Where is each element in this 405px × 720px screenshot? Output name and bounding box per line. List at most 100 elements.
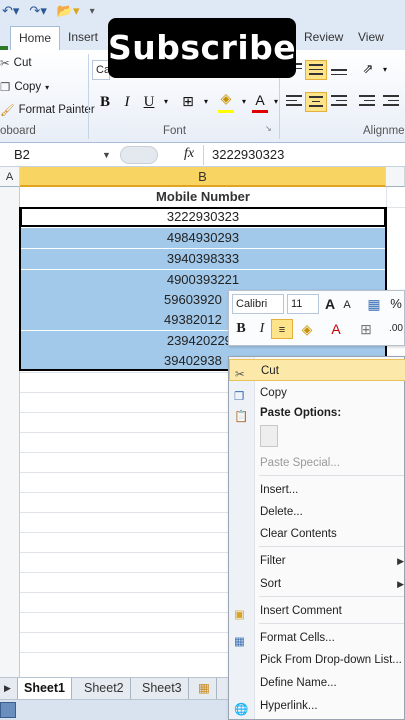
menu-item-delete[interactable]: Delete... bbox=[229, 501, 405, 523]
tab-review[interactable]: Review bbox=[296, 26, 351, 50]
increase-indent-icon[interactable] bbox=[380, 92, 402, 112]
menu-separator bbox=[259, 623, 404, 624]
column-header-c[interactable] bbox=[386, 167, 405, 187]
column-header-b[interactable]: B bbox=[20, 167, 386, 187]
gridline bbox=[20, 452, 228, 453]
row-headers[interactable] bbox=[0, 187, 20, 677]
cell-b1-header[interactable]: Mobile Number bbox=[20, 187, 386, 207]
orientation-dropdown-icon[interactable]: ▾ bbox=[375, 60, 395, 80]
paste-option-icon[interactable] bbox=[260, 425, 278, 447]
customize-toolbar-icon[interactable]: ▾ bbox=[88, 6, 97, 17]
undo-icon[interactable]: ↶▾ bbox=[0, 3, 21, 19]
grow-font-button[interactable]: A bbox=[323, 294, 337, 314]
format-painter-button[interactable]: 🖌 Format Painter bbox=[0, 103, 95, 117]
table-cell[interactable]: 3940398333 bbox=[20, 249, 386, 269]
menu-item-insert[interactable]: Insert... bbox=[229, 479, 405, 501]
align-middle-icon[interactable] bbox=[305, 60, 327, 80]
fill-color-icon[interactable]: ◈ bbox=[216, 90, 236, 110]
mini-bold-button[interactable]: B bbox=[231, 319, 251, 339]
sheet-tab-3[interactable]: Sheet3 bbox=[136, 678, 189, 699]
formula-bar: B2 ▼ fx 3222930323 bbox=[0, 143, 405, 167]
borders-dropdown-icon[interactable]: ▾ bbox=[196, 92, 216, 112]
menu-item-filter[interactable]: Filter ▶ bbox=[229, 550, 405, 572]
gridline bbox=[20, 572, 228, 573]
gridline bbox=[20, 472, 228, 473]
submenu-arrow-icon: ▶ bbox=[397, 556, 404, 566]
menu-label: Paste Options: bbox=[260, 407, 342, 419]
menu-label: Cut bbox=[261, 365, 279, 377]
menu-item-pick-dropdown[interactable]: Pick From Drop-down List... bbox=[229, 649, 405, 671]
tab-insert[interactable]: Insert bbox=[60, 26, 106, 50]
format-cells-icon: ▦ bbox=[234, 636, 245, 648]
mini-center-button[interactable]: ≡ bbox=[271, 319, 293, 339]
underline-dropdown-icon[interactable]: ▾ bbox=[156, 92, 176, 112]
menu-separator bbox=[259, 596, 404, 597]
font-dialog-launcher-icon[interactable]: ↘ bbox=[265, 124, 272, 133]
tab-view[interactable]: View bbox=[350, 26, 392, 50]
gridline bbox=[20, 632, 228, 633]
cut-button[interactable]: ✂ Cut bbox=[0, 56, 32, 70]
formula-input[interactable]: 3222930323 bbox=[203, 145, 405, 165]
gridline bbox=[20, 652, 228, 653]
bold-button[interactable]: B bbox=[95, 92, 115, 112]
scroll-sheets-icon[interactable]: ▶ bbox=[0, 678, 18, 699]
group-divider bbox=[88, 54, 89, 139]
insert-sheet-icon[interactable]: ▦ bbox=[192, 678, 217, 699]
column-header-a[interactable]: A bbox=[0, 167, 20, 187]
font-group-label: Font bbox=[163, 125, 187, 137]
align-bottom-icon[interactable] bbox=[328, 60, 350, 80]
macro-record-icon[interactable] bbox=[0, 702, 16, 718]
menu-item-cut[interactable]: ✂ Cut bbox=[229, 359, 405, 381]
mini-italic-button[interactable]: I bbox=[253, 319, 271, 339]
sheet-tab-2[interactable]: Sheet2 bbox=[78, 678, 131, 699]
alignment-group-label: Alignme bbox=[363, 125, 405, 137]
table-cell[interactable]: 4984930293 bbox=[20, 228, 386, 248]
mini-decimals-button[interactable]: .00 bbox=[387, 319, 405, 339]
mini-font-color-icon[interactable]: A bbox=[327, 319, 345, 339]
decrease-indent-icon[interactable] bbox=[356, 92, 378, 112]
formula-bar-resize-handle[interactable] bbox=[120, 146, 158, 164]
menu-label: Copy bbox=[260, 387, 287, 399]
clipboard-group-label: oboard bbox=[0, 125, 36, 137]
chevron-down-icon: ▾ bbox=[45, 82, 50, 92]
fill-color-swatch bbox=[218, 110, 234, 113]
menu-item-insert-comment[interactable]: ▣ Insert Comment bbox=[229, 600, 405, 622]
borders-icon[interactable]: ⊞ bbox=[178, 92, 198, 112]
align-center-icon[interactable] bbox=[305, 92, 327, 112]
insert-function-icon[interactable]: fx bbox=[184, 146, 194, 162]
cut-label: Cut bbox=[13, 57, 32, 69]
mini-font-name-box[interactable]: Calibri bbox=[232, 294, 284, 314]
menu-item-clear-contents[interactable]: Clear Contents bbox=[229, 523, 405, 545]
name-box[interactable]: B2 bbox=[0, 145, 118, 165]
open-folder-icon[interactable]: 📂▾ bbox=[55, 3, 82, 19]
menu-item-copy[interactable]: ❐ Copy bbox=[229, 382, 405, 404]
cell-b2-active[interactable]: 3222930323 bbox=[20, 207, 386, 227]
align-left-icon[interactable] bbox=[283, 92, 305, 112]
mini-font-size-box[interactable]: 11 bbox=[287, 294, 319, 314]
tab-home[interactable]: Home bbox=[10, 26, 61, 50]
mini-borders-icon[interactable]: ⊞ bbox=[357, 319, 375, 339]
percent-button[interactable]: % bbox=[389, 294, 403, 314]
menu-item-hyperlink[interactable]: 🌐 Hyperlink... bbox=[229, 695, 405, 717]
copy-button[interactable]: ❐ Copy ▾ bbox=[0, 80, 49, 94]
sheet-tab-1[interactable]: Sheet1 bbox=[18, 678, 72, 699]
gridline bbox=[20, 512, 228, 513]
scissors-icon: ✂ bbox=[0, 58, 10, 70]
menu-label: Filter bbox=[260, 555, 286, 567]
menu-item-sort[interactable]: Sort ▶ bbox=[229, 573, 405, 595]
currency-format-icon[interactable]: ▦ bbox=[364, 294, 384, 314]
menu-label: Insert Comment bbox=[260, 605, 342, 617]
menu-item-define-name[interactable]: Define Name... bbox=[229, 672, 405, 694]
mini-fill-color-icon[interactable]: ◈ bbox=[297, 319, 317, 339]
italic-button[interactable]: I bbox=[117, 92, 137, 112]
menu-item-format-cells[interactable]: ▦ Format Cells... bbox=[229, 627, 405, 649]
redo-icon[interactable]: ↷▾ bbox=[27, 3, 48, 19]
menu-label: Hyperlink... bbox=[260, 700, 318, 712]
context-menu: ✂ Cut ❐ Copy 📋 Paste Options: Paste Spec… bbox=[228, 356, 405, 720]
shrink-font-button[interactable]: A bbox=[341, 295, 353, 315]
align-right-icon[interactable] bbox=[328, 92, 350, 112]
table-cell[interactable]: 4900393221 bbox=[20, 270, 386, 290]
menu-separator bbox=[259, 475, 404, 476]
name-box-dropdown-icon[interactable]: ▼ bbox=[102, 145, 111, 165]
menu-paste-options-header: 📋 Paste Options: bbox=[229, 402, 405, 424]
